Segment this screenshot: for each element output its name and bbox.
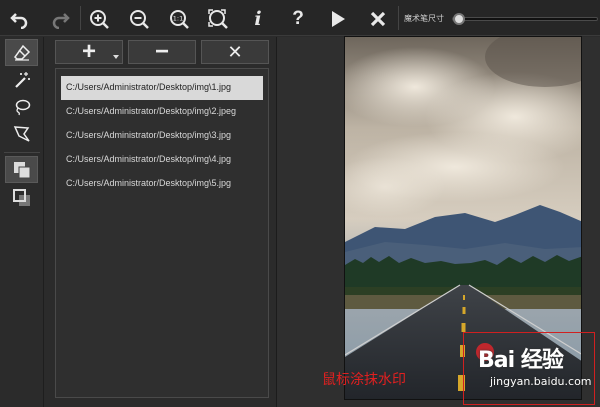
file-list-item[interactable]: C:/Users/Administrator/Desktop/img\5.jpg — [61, 172, 263, 196]
file-list-item[interactable]: C:/Users/Administrator/Desktop/img\3.jpg — [61, 124, 263, 148]
tool-separator — [4, 152, 40, 153]
watermark-url: jingyan.baidu.com — [490, 375, 592, 388]
brush-size-slider[interactable] — [452, 17, 598, 21]
zoom-actual-size-label: 1:1 — [173, 15, 183, 23]
minus-icon: − — [154, 38, 169, 65]
copy-front-icon — [13, 161, 30, 178]
zoom-actual-size-button[interactable]: 1:1 — [166, 6, 192, 32]
zoom-actual-size-icon: 1:1 — [170, 10, 189, 29]
remove-file-button[interactable]: − — [128, 40, 196, 64]
zoom-out-button[interactable] — [126, 6, 152, 32]
polygon-lasso-icon — [13, 125, 30, 142]
bring-front-tool[interactable] — [5, 156, 38, 183]
toolbar-separator — [80, 6, 81, 30]
play-icon — [332, 11, 345, 27]
magic-wand-icon — [14, 71, 30, 88]
zoom-in-icon — [90, 10, 109, 29]
start-button[interactable] — [325, 6, 351, 32]
zoom-out-icon — [130, 10, 149, 29]
toolbar-separator — [398, 6, 399, 30]
brush-size-label: 魔术笔尺寸 — [404, 14, 444, 23]
watermark-logo: Bai 经验 — [478, 348, 564, 373]
undo-icon — [10, 13, 28, 29]
redo-icon — [52, 13, 70, 29]
send-back-tool[interactable] — [5, 184, 38, 211]
plus-icon: + — [81, 38, 96, 65]
eraser-tool[interactable] — [5, 39, 38, 66]
file-list-item[interactable]: C:/Users/Administrator/Desktop/img\4.jpg — [61, 148, 263, 172]
clear-files-button[interactable]: ✕ — [201, 40, 269, 64]
stop-button[interactable] — [365, 6, 391, 32]
copy-back-icon — [12, 188, 30, 206]
instruction-hint: 鼠标涂抹水印 — [322, 371, 406, 387]
file-list-item[interactable]: C:/Users/Administrator/Desktop/img\1.jpg — [61, 76, 263, 100]
chevron-down-icon[interactable] — [113, 55, 119, 59]
lasso-icon — [15, 99, 30, 115]
info-button[interactable]: i — [245, 6, 271, 32]
help-button[interactable]: ? — [285, 6, 311, 32]
info-icon: i — [254, 8, 262, 30]
magic-wand-tool[interactable] — [5, 66, 38, 93]
zoom-fit-icon — [208, 9, 228, 29]
zoom-fit-button[interactable] — [205, 6, 231, 32]
redo-button[interactable] — [48, 6, 74, 32]
undo-button[interactable] — [6, 6, 32, 32]
toolbar: 1:1 i ? 魔术笔尺寸 — [0, 0, 600, 36]
zoom-in-button[interactable] — [86, 6, 112, 32]
file-list-item[interactable]: C:/Users/Administrator/Desktop/img\2.jpe… — [61, 100, 263, 124]
add-file-button[interactable]: + — [55, 40, 123, 64]
close-icon: ✕ — [227, 42, 243, 62]
file-actions: + − ✕ — [48, 37, 276, 67]
lasso-tool[interactable] — [5, 93, 38, 120]
file-list[interactable]: C:/Users/Administrator/Desktop/img\1.jpg… — [55, 68, 269, 398]
close-icon — [370, 11, 386, 27]
tool-panel — [0, 37, 44, 407]
polygon-lasso-tool[interactable] — [5, 120, 38, 147]
brush-size-slider-thumb[interactable] — [453, 13, 465, 25]
help-icon: ? — [292, 8, 304, 29]
eraser-icon — [13, 44, 30, 61]
